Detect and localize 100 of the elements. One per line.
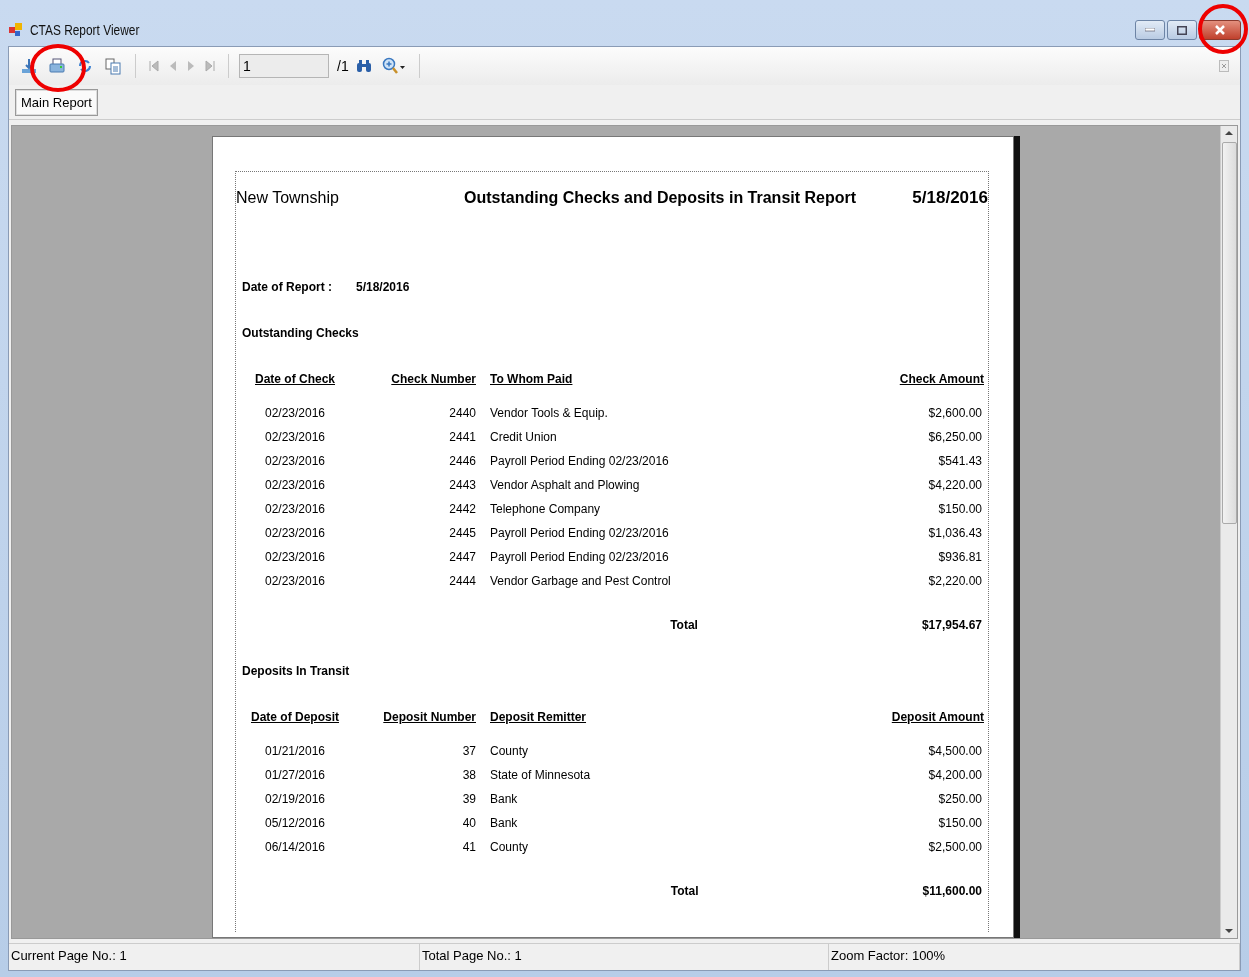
table-cell-text: Payroll Period Ending 02/23/2016 [490, 550, 670, 564]
first-page-icon [149, 60, 159, 72]
table-cell-text: $541.43 [937, 454, 983, 468]
table-cell-text: 39 [461, 792, 477, 806]
table-cell-text: 02/23/2016 [263, 430, 327, 444]
previous-page-icon [169, 60, 177, 72]
date-of-report-label: Date of Report : [242, 280, 332, 294]
section-heading: Outstanding Checks [242, 326, 360, 340]
first-page-button[interactable] [146, 58, 162, 74]
close-tab-button[interactable] [1216, 58, 1232, 74]
status-text: Current Page No.: 1 [9, 944, 420, 970]
table-cell-text: $2,500.00 [927, 840, 983, 854]
refresh-icon [76, 57, 94, 75]
page-number-field[interactable]: 1 [239, 54, 329, 78]
column-header: Date of Check [254, 372, 336, 386]
table-cell-text: County [490, 840, 530, 854]
next-page-icon [187, 60, 195, 72]
table-cell-text: 2440 [448, 406, 477, 420]
table-cell-text: 2445 [448, 526, 477, 540]
vertical-scrollbar[interactable] [1220, 126, 1237, 938]
table-cell-text: 2443 [448, 478, 477, 492]
table-cell-text: Telephone Company [490, 502, 602, 516]
report-tab[interactable]: Main Report [15, 89, 98, 116]
table-cell-text: Vendor Garbage and Pest Control [490, 574, 672, 588]
minimize-icon [1145, 28, 1155, 32]
table-cell-text: Bank [490, 816, 519, 830]
date-of-report-value: 5/18/2016 [356, 280, 410, 294]
status-text: Total Page No.: 1 [420, 944, 829, 970]
column-header: Deposit Amount [890, 710, 985, 724]
table-cell-text: 02/23/2016 [263, 406, 327, 420]
status-text: Zoom Factor: 100% [829, 944, 1240, 970]
table-cell-text: $4,500.00 [927, 744, 983, 758]
table-cell-text: Vendor Asphalt and Plowing [490, 478, 641, 492]
table-cell-text: 2444 [448, 574, 477, 588]
table-cell-text: $150.00 [937, 502, 983, 516]
column-header: Check Amount [898, 372, 985, 386]
table-cell-text: 05/12/2016 [263, 816, 327, 830]
column-header: To Whom Paid [490, 372, 574, 386]
copy-icon [104, 57, 122, 75]
table-cell-text: $4,220.00 [927, 478, 983, 492]
table-cell-text: $2,220.00 [927, 574, 983, 588]
close-icon [1219, 60, 1229, 72]
table-cell-text: 40 [461, 816, 477, 830]
table-cell-text: 06/14/2016 [263, 840, 327, 854]
table-cell-text: $1,036.43 [927, 526, 983, 540]
report-title: Outstanding Checks and Deposits in Transit Report [464, 189, 858, 207]
app-icon [8, 22, 24, 38]
total-label: Total [670, 884, 699, 898]
scroll-down-icon [1225, 928, 1233, 934]
table-cell-text: State of Minnesota [490, 768, 592, 782]
table-cell-text: 37 [461, 744, 477, 758]
table-cell-text: 2442 [448, 502, 477, 516]
table-cell-text: 41 [461, 840, 477, 854]
column-header: Date of Deposit [250, 710, 340, 724]
table-cell-text: 2441 [448, 430, 477, 444]
table-cell-text: 02/19/2016 [263, 792, 327, 806]
table-cell-text: 02/23/2016 [263, 574, 327, 588]
highlight-circle [30, 44, 86, 92]
table-cell-text: Credit Union [490, 430, 558, 444]
table-cell-text: County [490, 744, 530, 758]
zoom-icon [381, 57, 406, 75]
scroll-up-icon [1225, 130, 1233, 136]
table-cell-text: 2446 [448, 454, 477, 468]
table-cell-text: $4,200.00 [927, 768, 983, 782]
table-cell-text: 02/23/2016 [263, 478, 327, 492]
table-cell-text: 02/23/2016 [263, 454, 327, 468]
column-header: Deposit Remitter [490, 710, 588, 724]
last-page-button[interactable] [202, 58, 218, 74]
table-cell-text: Vendor Tools & Equip. [490, 406, 609, 420]
total-amount: $17,954.67 [921, 618, 982, 632]
table-cell-text: 38 [461, 768, 477, 782]
scrollbar-thumb[interactable] [1221, 142, 1237, 524]
export-icon [20, 57, 38, 75]
highlight-circle [1198, 4, 1248, 54]
report-date: 5/18/2016 [912, 188, 988, 208]
table-cell-text: 02/23/2016 [263, 526, 327, 540]
column-header: Deposit Number [382, 710, 477, 724]
binoculars-icon [355, 59, 372, 73]
table-cell-text: 02/23/2016 [263, 502, 327, 516]
table-cell-text: $936.81 [937, 550, 983, 564]
last-page-icon [205, 60, 215, 72]
close-icon [1215, 25, 1225, 35]
organization-name: New Township [236, 189, 340, 207]
table-cell-text: $6,250.00 [927, 430, 983, 444]
total-amount: $11,600.00 [922, 884, 982, 898]
table-cell-text: 01/27/2016 [263, 768, 327, 782]
page-total: /1 [337, 58, 349, 74]
table-cell-text: Payroll Period Ending 02/23/2016 [490, 526, 670, 540]
table-cell-text: $250.00 [937, 792, 983, 806]
table-cell-text: Payroll Period Ending 02/23/2016 [490, 454, 670, 468]
table-cell-text: $2,600.00 [927, 406, 983, 420]
section-heading: Deposits In Transit [242, 664, 351, 678]
window-title: CTAS Report Viewer [30, 22, 140, 38]
table-cell-text: $150.00 [937, 816, 983, 830]
print-icon [48, 57, 66, 75]
restore-icon [1177, 25, 1187, 35]
restore-button[interactable] [1167, 20, 1197, 40]
column-header: Check Number [390, 372, 477, 386]
table-cell-text: 02/23/2016 [263, 550, 327, 564]
total-label: Total [670, 618, 698, 632]
